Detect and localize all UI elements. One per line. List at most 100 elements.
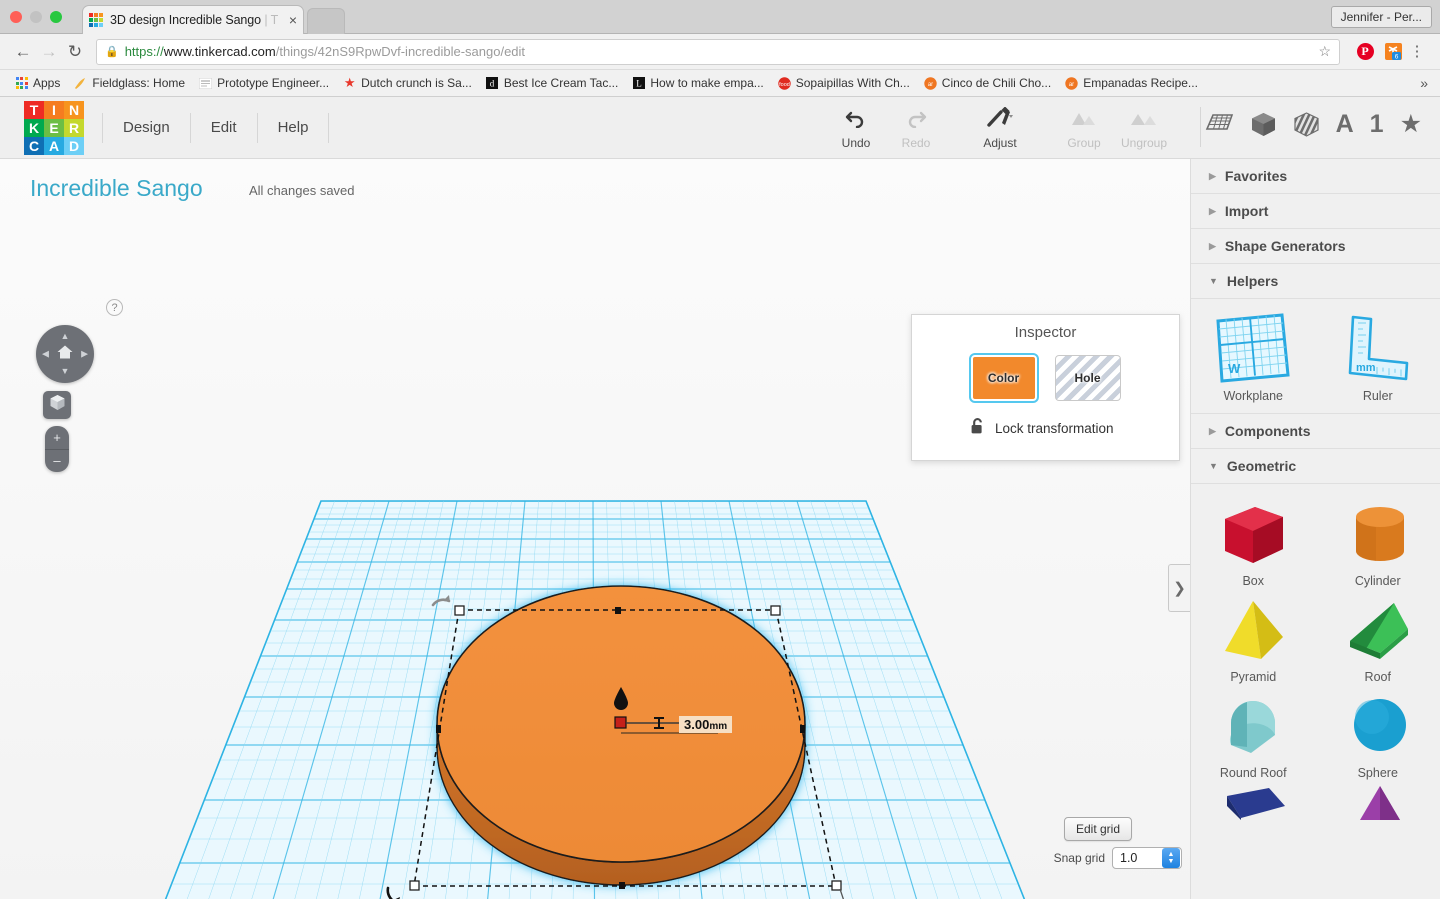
- striped-cube-icon[interactable]: [1293, 111, 1320, 138]
- view-up-arrow-icon[interactable]: ▲: [61, 332, 70, 341]
- ruler-icon: mm: [1316, 307, 1440, 393]
- letter-a-icon[interactable]: A: [1336, 110, 1354, 139]
- ungroup-button[interactable]: Ungroup: [1114, 103, 1174, 150]
- help-button[interactable]: ?: [106, 299, 123, 316]
- bookmarks-bar: Apps Fieldglass: Home Prototype Engineer…: [0, 70, 1440, 97]
- profile-button[interactable]: Jennifer - Per...: [1330, 6, 1432, 28]
- fit-to-view-button[interactable]: [43, 391, 71, 419]
- bookmark-prototype-engineer[interactable]: Prototype Engineer...: [192, 72, 336, 94]
- section-components[interactable]: ▶ Components: [1191, 414, 1440, 449]
- shape-tile-box[interactable]: Box: [1191, 492, 1316, 588]
- home-view-icon[interactable]: [57, 345, 74, 364]
- bookmark-fieldglass[interactable]: Fieldglass: Home: [67, 72, 192, 94]
- color-swatch-button[interactable]: Color: [970, 355, 1037, 401]
- resize-handle-tr: [770, 605, 781, 616]
- bookmark-apps[interactable]: Apps: [8, 72, 67, 94]
- section-helpers[interactable]: ▼ Helpers: [1191, 264, 1440, 299]
- view-down-arrow-icon[interactable]: ▼: [61, 367, 70, 376]
- menu-design[interactable]: Design: [102, 112, 191, 143]
- adjust-button[interactable]: Adjust: [970, 103, 1030, 150]
- shape-tile-sphere[interactable]: Sphere: [1316, 684, 1440, 780]
- bookmark-label: Sopaipillas With Ch...: [795, 76, 910, 90]
- bookmark-best-ice-cream[interactable]: d Best Ice Cream Tac...: [479, 72, 626, 94]
- hole-swatch-button[interactable]: Hole: [1054, 355, 1121, 401]
- maximize-window-button[interactable]: [50, 11, 62, 23]
- svg-text:L: L: [636, 79, 642, 89]
- shape-tile-workplane[interactable]: W Workplane: [1191, 307, 1316, 403]
- tab-close-icon[interactable]: ×: [289, 12, 297, 28]
- group-button[interactable]: Group: [1054, 103, 1114, 150]
- snap-grid-control[interactable]: Snap grid ▲▼: [1054, 847, 1182, 869]
- bookmark-cinco-de-chili[interactable]: ar Cinco de Chili Cho...: [917, 72, 1058, 94]
- shape-tile-wedge[interactable]: [1191, 780, 1316, 820]
- close-window-button[interactable]: [10, 11, 22, 23]
- section-geometric[interactable]: ▼ Geometric: [1191, 449, 1440, 484]
- minimize-window-button[interactable]: [30, 11, 42, 23]
- section-shape-generators[interactable]: ▶ Shape Generators: [1191, 229, 1440, 264]
- bookmark-empanadas-recipe[interactable]: ar Empanadas Recipe...: [1058, 72, 1205, 94]
- snap-grid-input[interactable]: [1113, 851, 1157, 865]
- zoom-in-button[interactable]: +: [45, 426, 69, 450]
- undo-button[interactable]: Undo: [826, 103, 886, 150]
- resize-handle-br: [831, 880, 842, 891]
- section-favorites[interactable]: ▶ Favorites: [1191, 159, 1440, 194]
- menu-help[interactable]: Help: [258, 112, 330, 143]
- svg-text:W: W: [1228, 361, 1241, 376]
- shapes-panel[interactable]: ▶ Favorites ▶ Import ▶ Shape Generators …: [1190, 159, 1440, 899]
- snap-grid-field[interactable]: ▲▼: [1112, 847, 1182, 869]
- shape-tile-cylinder[interactable]: Cylinder: [1316, 492, 1440, 588]
- view-right-arrow-icon[interactable]: ▶: [81, 349, 88, 359]
- logo-tile-d: D: [64, 136, 84, 155]
- chevron-right-icon: ▶: [1209, 205, 1216, 216]
- reload-button[interactable]: ↻: [62, 39, 88, 65]
- zoom-controls[interactable]: + –: [45, 426, 69, 472]
- allrecipes-icon: ar: [924, 76, 937, 90]
- shape-tile-pyramid[interactable]: Pyramid: [1191, 588, 1316, 684]
- unlocked-padlock-icon: [970, 417, 986, 440]
- menu-edit[interactable]: Edit: [191, 112, 258, 143]
- browser-tab-active[interactable]: 3D design Incredible Sango | T ×: [82, 5, 304, 34]
- star-favorite-icon[interactable]: ★: [1400, 109, 1422, 139]
- solid-cube-icon[interactable]: [1250, 111, 1277, 138]
- shape-tile-round-roof[interactable]: Round Roof: [1191, 684, 1316, 780]
- section-label: Favorites: [1224, 168, 1288, 184]
- workplane-svg: Workplane: [113, 500, 1078, 899]
- snap-grid-stepper[interactable]: ▲ ▼: [1162, 848, 1180, 868]
- forward-button[interactable]: →: [36, 39, 62, 65]
- group-mountains-icon: [1054, 103, 1114, 133]
- lock-transformation-label: Lock transformation: [995, 421, 1114, 436]
- clipper-extension-icon[interactable]: 6: [1382, 41, 1404, 63]
- redo-button[interactable]: Redo: [886, 103, 946, 150]
- section-import[interactable]: ▶ Import: [1191, 194, 1440, 229]
- bookmark-how-to-make-empanadas[interactable]: L How to make empa...: [625, 72, 770, 94]
- bookmark-sopaipillas[interactable]: food Sopaipillas With Ch...: [771, 72, 917, 94]
- shape-tile-cone[interactable]: [1316, 780, 1440, 820]
- view-direction-pad[interactable]: ▲ ▼ ◀ ▶: [36, 325, 94, 383]
- number-one-icon[interactable]: 1: [1370, 110, 1384, 139]
- tinkercad-logo[interactable]: TIN KER CAD: [24, 100, 84, 155]
- grid-plane-icon[interactable]: [1204, 111, 1234, 137]
- collapse-panel-button[interactable]: ❯: [1168, 564, 1190, 612]
- logo-tile-i: I: [44, 100, 64, 119]
- edit-grid-button[interactable]: Edit grid: [1063, 817, 1132, 841]
- view-navigation-controls[interactable]: ▲ ▼ ◀ ▶ ? + –: [36, 299, 123, 472]
- window-traffic-lights[interactable]: [10, 11, 62, 23]
- zoom-out-button[interactable]: –: [45, 450, 69, 473]
- bookmarks-overflow-button[interactable]: »: [1420, 75, 1432, 91]
- chrome-menu-icon[interactable]: ⋮: [1404, 39, 1430, 65]
- workplane-scene[interactable]: Workplane: [0, 159, 1190, 899]
- resize-handle-bl: [409, 880, 420, 891]
- shape-tile-roof[interactable]: Roof: [1316, 588, 1440, 684]
- bookmark-dutch-crunch[interactable]: ★ Dutch crunch is Sa...: [336, 72, 479, 94]
- pinterest-extension-icon[interactable]: P: [1354, 41, 1376, 63]
- design-canvas[interactable]: Incredible Sango All changes saved 3.00m…: [0, 159, 1190, 899]
- view-left-arrow-icon[interactable]: ◀: [42, 349, 49, 359]
- dimension-value-badge[interactable]: 3.00mm: [679, 716, 733, 733]
- bookmark-star-icon[interactable]: ☆: [1318, 43, 1331, 60]
- tab-strip: 3D design Incredible Sango | T × Jennife…: [0, 0, 1440, 34]
- back-button[interactable]: ←: [10, 39, 36, 65]
- lock-transformation-row[interactable]: Lock transformation: [970, 417, 1179, 440]
- address-bar[interactable]: 🔒 https://www.tinkercad.com/things/42nS9…: [96, 38, 1340, 65]
- shape-tile-ruler[interactable]: mm Ruler: [1316, 307, 1440, 403]
- new-tab-button[interactable]: [307, 8, 345, 34]
